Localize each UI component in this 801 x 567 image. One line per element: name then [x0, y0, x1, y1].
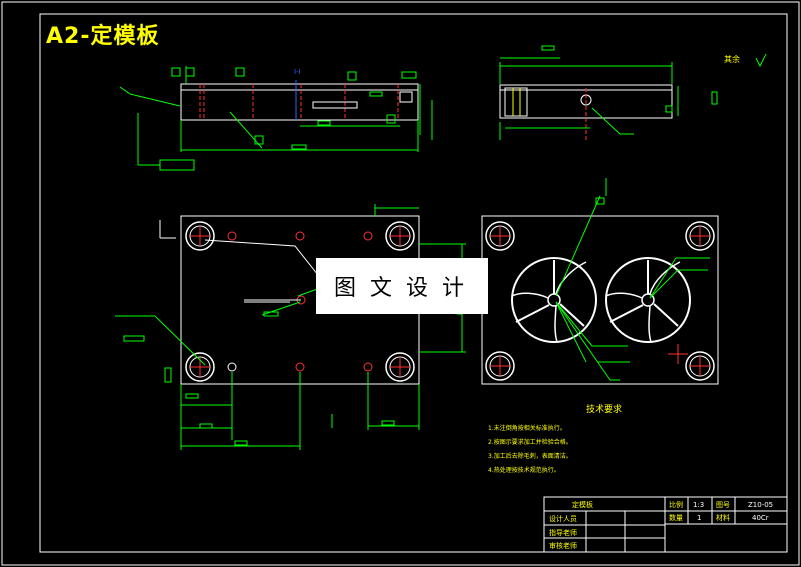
tech-requirement-item-3: 3.加工后去除毛刺，表面清洁。 [488, 452, 572, 460]
tech-requirement-item-1: 1.未注倒角按相关标准执行。 [488, 424, 566, 432]
tech-requirement-item-4: 4.热处理按技术规范执行。 [488, 466, 560, 474]
drawing-title: A2-定模板 [46, 24, 160, 49]
title-block-row4-label: 审核老师 [549, 541, 577, 550]
title-block-drawing-no-label: 图号 [716, 501, 730, 509]
plan-view-left [115, 204, 466, 450]
tech-requirements: 技术要求 1.未注倒角按相关标准执行。 2.按图示要求加工并检验合格。 3.加工… [488, 403, 622, 474]
title-block-row3-label: 指导老师 [549, 528, 577, 537]
tech-requirement-item-2: 2.按图示要求加工并检验合格。 [488, 438, 572, 446]
tech-requirements-heading: 技术要求 [586, 403, 622, 415]
title-block-row2-label: 设计人员 [549, 514, 577, 523]
watermark: 图文设计 [316, 258, 488, 314]
side-view-left: I-I [119, 66, 433, 171]
title-block-quantity-value: 1 [697, 514, 701, 522]
title-block-scale-value: 1:3 [693, 501, 704, 509]
title-block-scale-label: 比例 [669, 500, 683, 509]
title-block-material-label: 材料 [716, 513, 730, 522]
side-view-right [499, 45, 718, 140]
title-block-drawing-no: Z10-05 [748, 501, 773, 509]
title-block: 定模板 比例 1:3 图号 Z10-05 数量 1 材料 40Cr 设计人员 指… [543, 496, 788, 553]
roughness-symbol [755, 53, 767, 68]
title-block-material-value: 40Cr [752, 514, 769, 522]
svg-text:I-I: I-I [294, 68, 301, 76]
roughness-note: 其余 [724, 54, 740, 64]
title-block-quantity-label: 数量 [669, 513, 683, 522]
plan-view-right [481, 178, 719, 385]
title-block-part-name: 定模板 [572, 500, 593, 509]
